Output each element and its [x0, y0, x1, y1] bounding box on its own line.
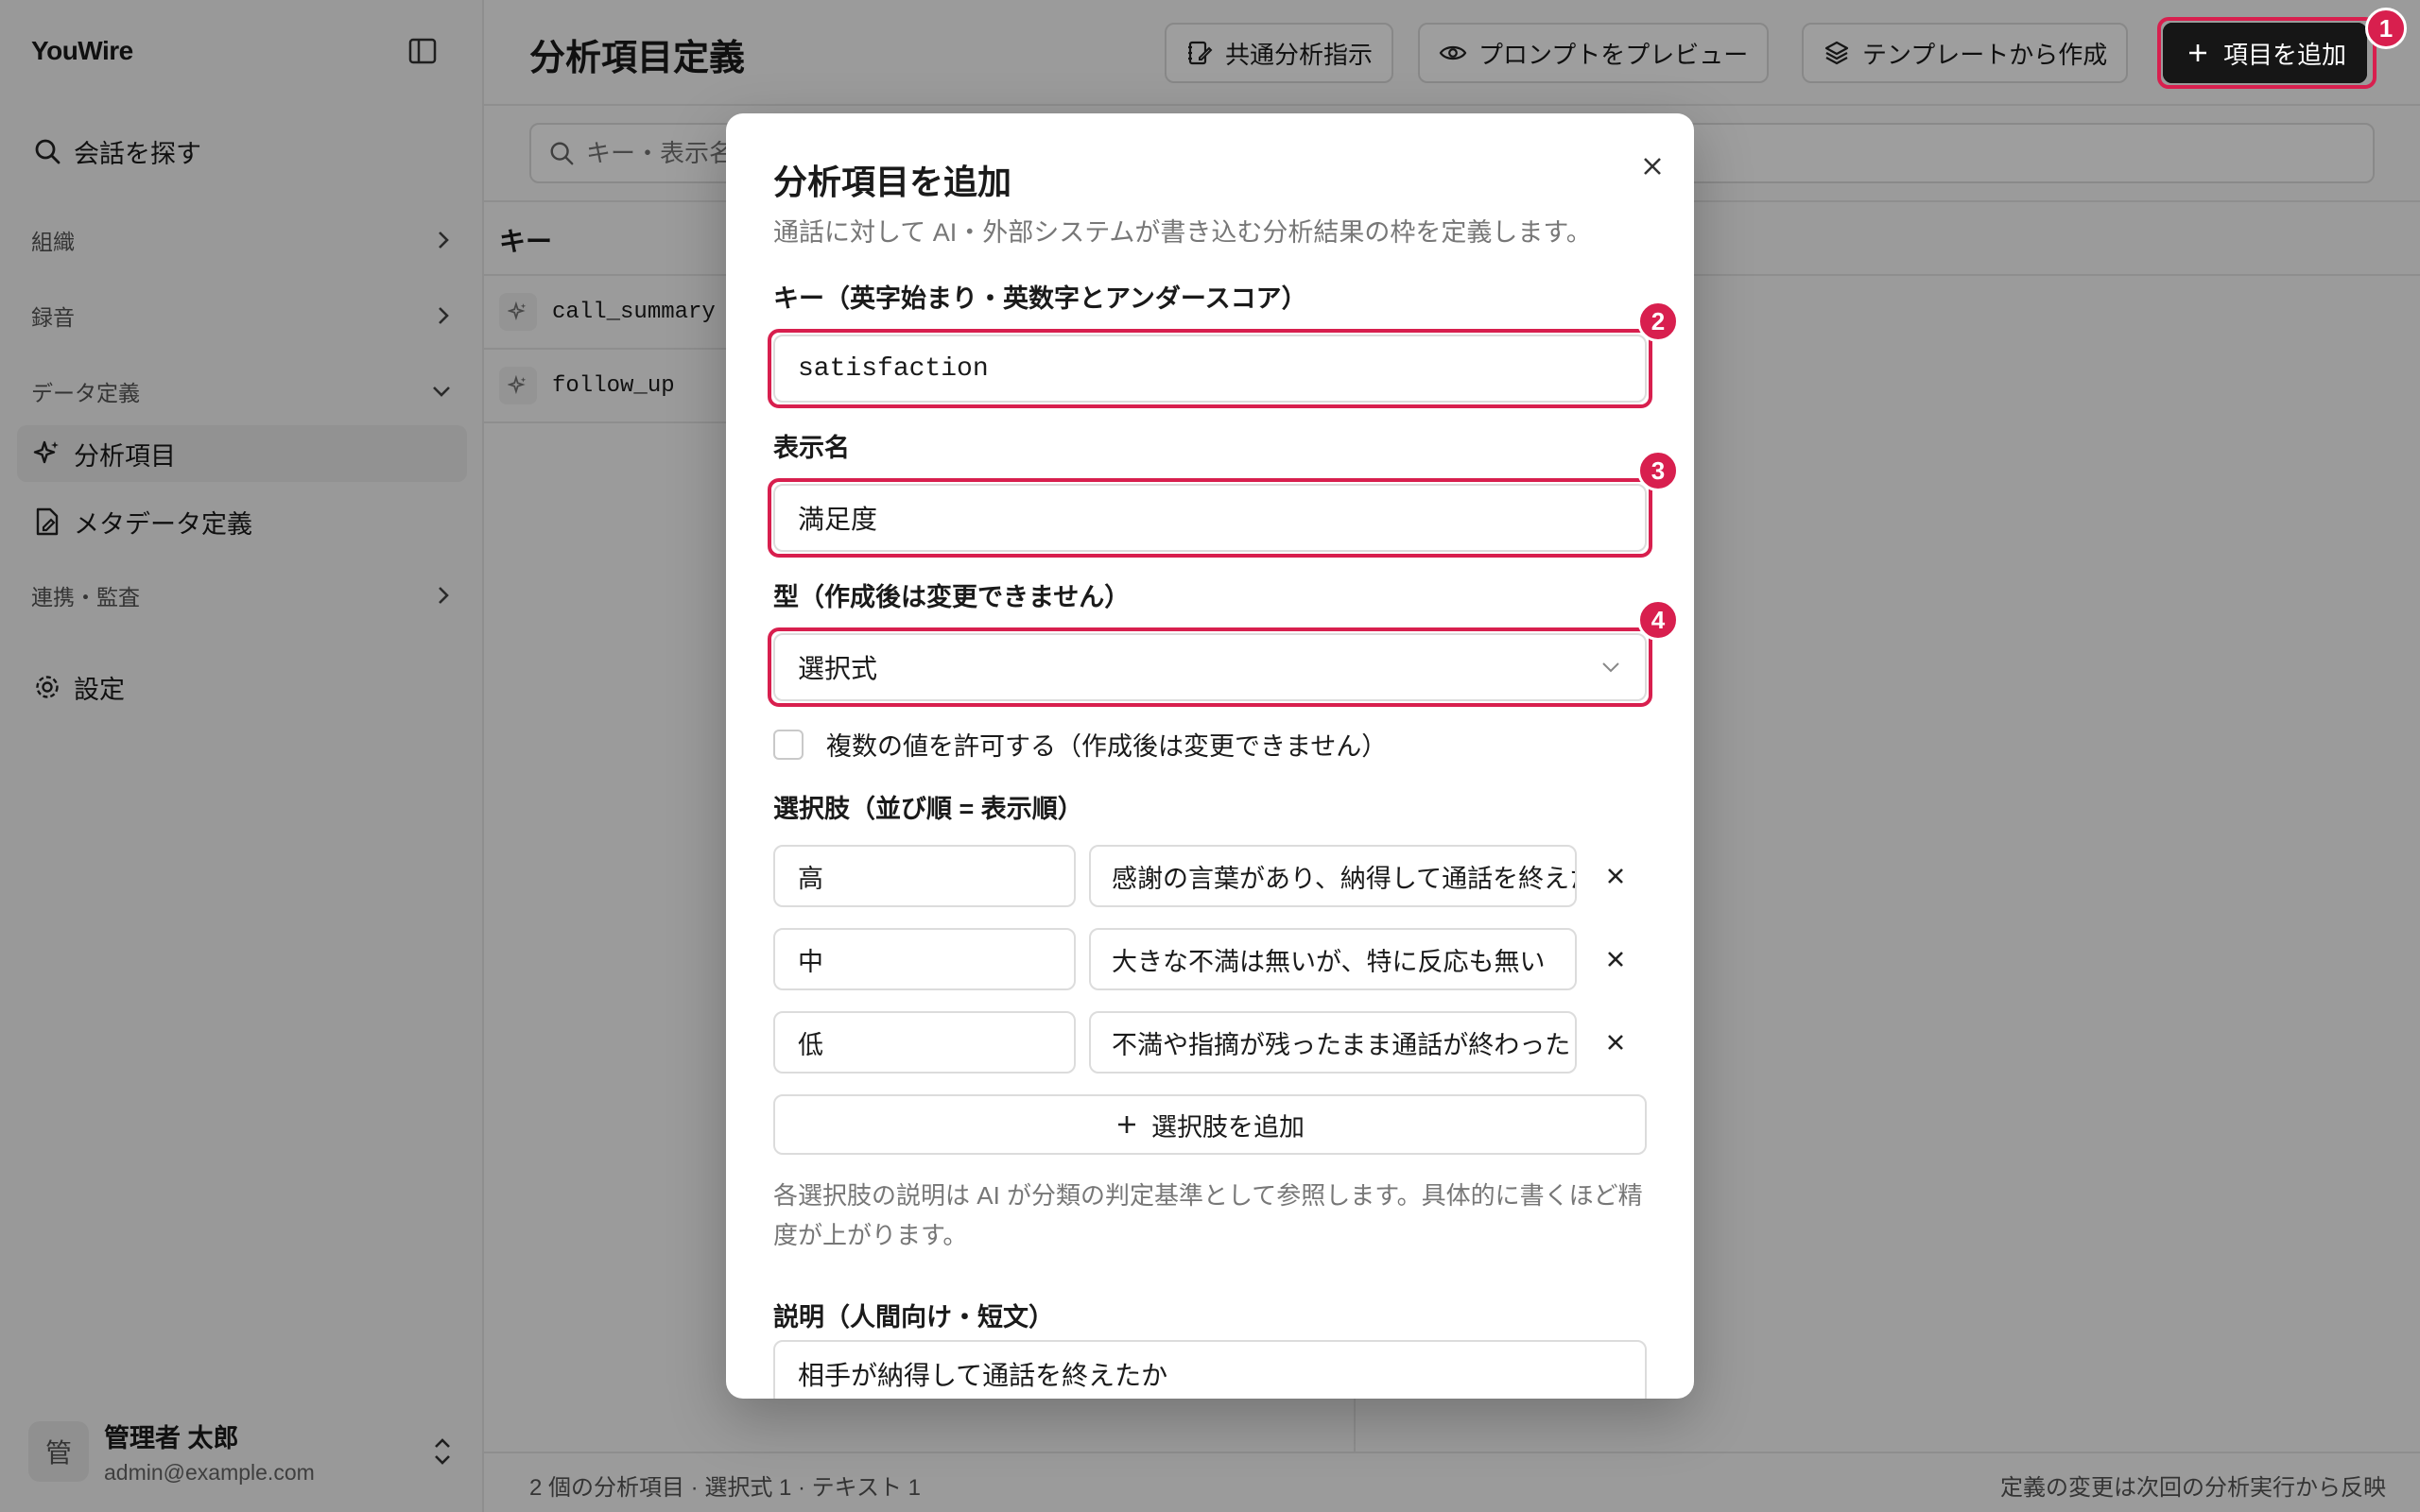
explanation-label: 説明（人間向け・短文）: [773, 1303, 1054, 1332]
close-icon: [1608, 868, 1623, 884]
plus-icon: [1115, 1113, 1138, 1136]
step-badge: 2: [1637, 301, 1679, 342]
button-label: 選択肢を追加: [1151, 1112, 1305, 1142]
close-icon: [1608, 1035, 1623, 1050]
option-row: 中 大きな不満は無いが、特に反応も無い: [773, 928, 1662, 990]
highlight-frame: [768, 478, 1652, 558]
remove-option-button[interactable]: [1596, 856, 1635, 896]
options-hint: 各選択肢の説明は AI が分類の判定基準として参照します。具体的に書くほど精度が…: [773, 1181, 1643, 1249]
option-row: 低 不満や指摘が残ったまま通話が終わった: [773, 1011, 1662, 1074]
step-badge: 3: [1637, 450, 1679, 491]
close-icon: [1644, 158, 1661, 175]
option-description-input[interactable]: 大きな不満は無いが、特に反応も無い: [1089, 928, 1577, 990]
close-button[interactable]: [1632, 146, 1673, 187]
close-icon: [1608, 952, 1623, 967]
option-label-input[interactable]: 高: [773, 845, 1076, 907]
display-name-label: 表示名: [773, 434, 850, 462]
type-label: 型（作成後は変更できません）: [773, 583, 1131, 611]
option-row: 高 感謝の言葉があり、納得して通話を終えた: [773, 845, 1662, 907]
remove-option-button[interactable]: [1596, 1022, 1635, 1062]
highlight-frame: [768, 627, 1652, 707]
highlight-frame: [2157, 17, 2377, 89]
step-badge: 4: [1637, 599, 1679, 641]
options-label: 選択肢（並び順 = 表示順）: [773, 795, 1083, 823]
key-label: キー（英字始まり・英数字とアンダースコア）: [773, 284, 1307, 313]
dialog-description: 通話に対して AI・外部システムが書き込む分析結果の枠を定義します。: [773, 218, 1592, 247]
dialog-title: 分析項目を追加: [773, 163, 1012, 201]
allow-multiple-checkbox[interactable]: [773, 729, 804, 760]
option-label-input[interactable]: 中: [773, 928, 1076, 990]
remove-option-button[interactable]: [1596, 939, 1635, 979]
option-label-input[interactable]: 低: [773, 1011, 1076, 1074]
highlight-frame: [768, 329, 1652, 408]
add-analysis-item-dialog: 分析項目を追加 通話に対して AI・外部システムが書き込む分析結果の枠を定義しま…: [726, 113, 1694, 1399]
allow-multiple-row[interactable]: 複数の値を許可する（作成後は変更できません）: [773, 726, 1387, 763]
option-description-input[interactable]: 不満や指摘が残ったまま通話が終わった: [1089, 1011, 1577, 1074]
explanation-input[interactable]: 相手が納得して通話を終えたか: [773, 1340, 1647, 1399]
option-description-input[interactable]: 感謝の言葉があり、納得して通話を終えた: [1089, 845, 1577, 907]
add-option-button[interactable]: 選択肢を追加: [773, 1094, 1647, 1155]
allow-multiple-label: 複数の値を許可する（作成後は変更できません）: [826, 732, 1388, 761]
step-badge: 1: [2365, 8, 2407, 49]
